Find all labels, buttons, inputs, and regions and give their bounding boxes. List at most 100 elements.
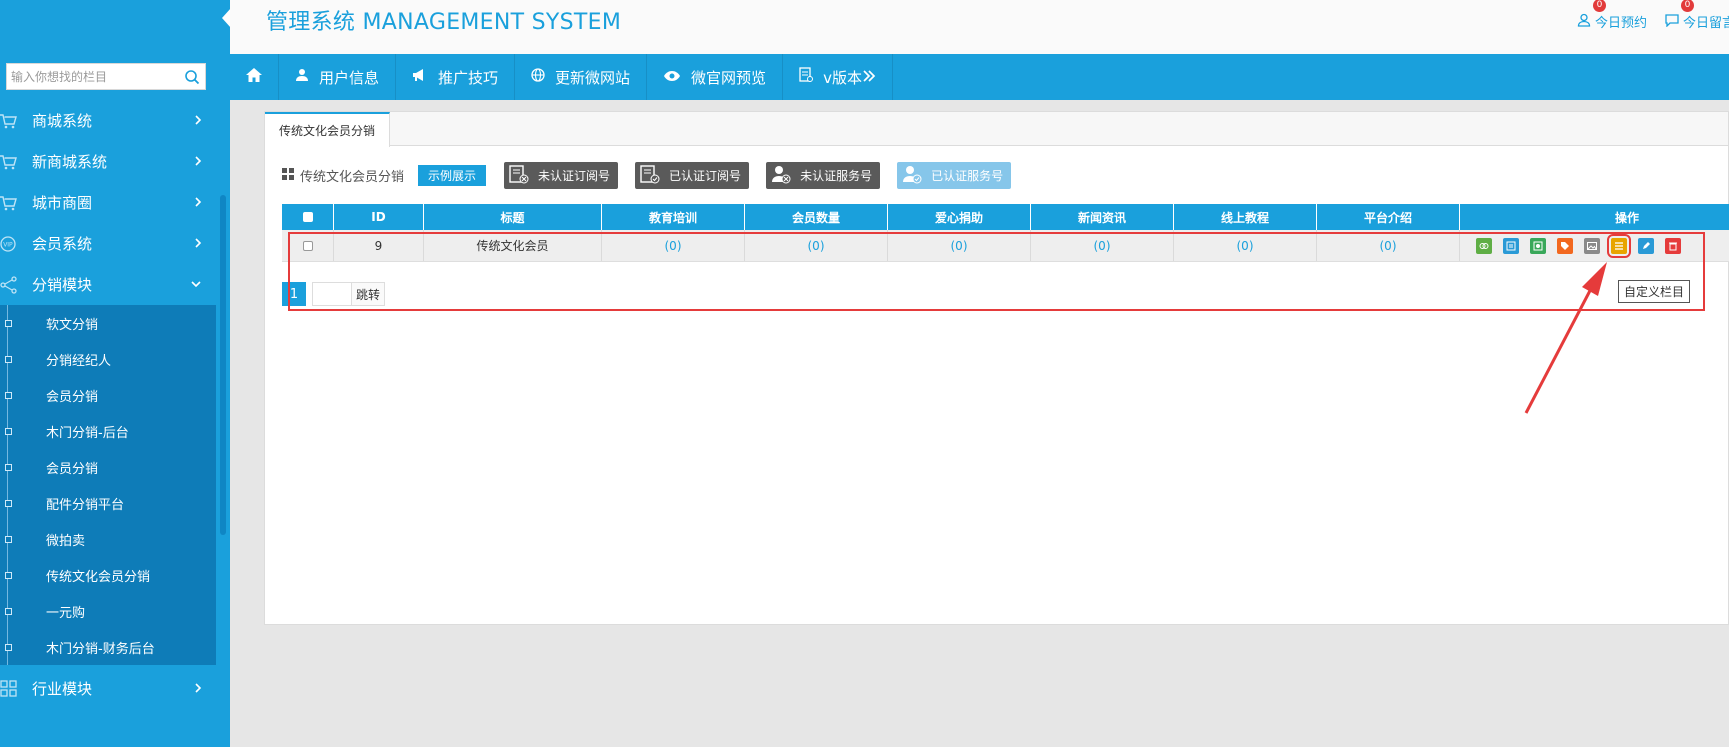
submenu-item[interactable]: 软文分销 [0,305,216,341]
pagination: 1 跳转 [282,282,386,306]
button-label: 已认证订阅号 [669,169,742,183]
cell-charity-link[interactable]: (0) [888,230,1031,261]
sidebar-item-shop[interactable]: 商城系统 [0,100,216,141]
verified-subscription-button[interactable]: 已认证订阅号 [635,162,750,189]
sidebar-item-label: 行业模块 [32,680,93,698]
today-appointments-link[interactable]: 0 今日预约 [1577,0,1647,31]
submenu-item[interactable]: 配件分销平台 [0,485,216,521]
toolbar-title: 传统文化会员分销 [282,166,404,185]
submenu-item[interactable]: 分销经纪人 [0,341,216,377]
sidebar-item-city-mall[interactable]: 城市商圈 [0,182,216,223]
cell-tutorial-link[interactable]: (0) [1174,230,1317,261]
sidebar-item-label: 商城系统 [32,112,93,130]
submenu-item[interactable]: 微拍卖 [0,521,216,557]
chevron-right-icon [194,235,202,253]
report-icon[interactable] [1530,237,1546,254]
search-input[interactable] [7,64,179,89]
nav-update-microsite[interactable]: 更新微网站 [515,54,648,100]
nav-label: v版本 [823,68,862,87]
nav-preview-site[interactable]: 微官网预览 [647,54,784,100]
main-panel: 传统文化会员分销 传统文化会员分销 示例展示 未认证订阅号 已认证订阅号 未认证… [264,111,1729,625]
globe-icon [531,68,545,86]
nav-promotion-tips[interactable]: 推广技巧 [396,54,516,100]
unverified-subscription-button[interactable]: 未认证订阅号 [504,162,619,189]
submenu-item[interactable]: 木门分销-后台 [0,413,216,449]
page-jump-input[interactable] [312,282,352,306]
tooltip-custom-column: 自定义栏目 [1618,280,1691,303]
edit-icon[interactable] [1638,237,1654,254]
sidebar-item-label: 城市商圈 [32,194,93,212]
toolbar: 传统文化会员分销 示例展示 未认证订阅号 已认证订阅号 未认证服务号 已认证服务… [282,162,1028,189]
submenu-item[interactable]: 一元购 [0,593,216,629]
column-header: 标题 [424,204,602,230]
nav-version[interactable]: v版本 [783,54,893,100]
verified-service-button[interactable]: 已认证服务号 [897,162,1012,189]
table-row: 9 传统文化会员 (0) (0) (0) (0) (0) (0) [282,230,1729,262]
button-label: 未认证服务号 [800,169,873,183]
cell-news-link[interactable]: (0) [1031,230,1174,261]
header-links: 0 今日预约 0 今日留言 [1577,0,1729,31]
data-table: ID 标题 教育培训 会员数量 爱心捐助 新闻资讯 线上教程 平台介绍 操作 9… [282,204,1729,262]
cell-platform-link[interactable]: (0) [1317,230,1460,261]
double-chevron-icon [862,68,876,86]
row-select-cell [282,230,334,261]
chevron-down-icon [190,276,202,294]
demo-button[interactable]: 示例展示 [418,165,487,186]
appointments-label: 今日预约 [1594,16,1647,31]
select-all-cell [282,204,334,230]
chevron-right-icon [194,112,202,130]
tab-traditional-culture[interactable]: 传统文化会员分销 [265,112,391,147]
toolbar-title-text: 传统文化会员分销 [300,170,405,185]
cell-education-link[interactable]: (0) [602,230,745,261]
nav-label: 推广技巧 [438,68,499,87]
account-x-icon [508,164,530,187]
cell-id: 9 [334,230,424,261]
image-icon[interactable] [1584,237,1600,254]
share-icon [0,275,18,294]
messages-badge: 0 [1681,0,1694,12]
chevron-right-icon [194,194,202,212]
cart-icon [0,194,18,212]
column-header: 爱心捐助 [888,204,1031,230]
grid-icon [0,679,18,698]
list-icon[interactable] [1607,233,1631,258]
note-icon[interactable] [1503,237,1519,254]
eye-icon [663,68,681,86]
nav-label: 用户信息 [319,68,380,87]
nav-home[interactable] [230,54,279,100]
nav-label: 更新微网站 [555,68,631,87]
messages-label: 今日留言 [1683,16,1729,31]
sidebar-item-member[interactable]: VIP 会员系统 [0,223,216,264]
unverified-service-button[interactable]: 未认证服务号 [766,162,881,189]
grid-icon [282,167,294,184]
page-1-button[interactable]: 1 [282,282,306,306]
cart-icon [0,112,18,130]
today-messages-link[interactable]: 0 今日留言 [1665,0,1729,31]
cell-members-link[interactable]: (0) [745,230,888,261]
trash-icon[interactable] [1665,237,1681,254]
row-checkbox[interactable] [302,240,313,251]
sidebar-item-new-shop[interactable]: 新商城系统 [0,141,216,182]
tab-strip: 传统文化会员分销 [265,112,1728,147]
submenu-item[interactable]: 传统文化会员分销 [0,557,216,593]
person-check-icon [901,164,923,187]
app-title: 管理系统 MANAGEMENT SYSTEM [266,10,622,35]
select-all-checkbox[interactable] [302,212,313,222]
submenu-item[interactable]: 会员分销 [0,449,216,485]
vip-icon: VIP [0,235,18,253]
sidebar-item-label: 新商城系统 [32,153,108,171]
sidebar-scrollbar[interactable] [220,195,226,535]
jump-button[interactable]: 跳转 [352,282,386,306]
tag-icon[interactable] [1557,237,1573,254]
chat-icon [1665,13,1679,31]
search-icon[interactable] [179,64,205,89]
nav-label: 微官网预览 [691,68,767,87]
column-header: 会员数量 [745,204,888,230]
submenu-item[interactable]: 会员分销 [0,377,216,413]
megaphone-icon [412,68,428,86]
submenu-item[interactable]: 木门分销-财务后台 [0,629,216,665]
sidebar-item-industry[interactable]: 行业模块 [0,668,216,709]
sidebar-item-distribution[interactable]: 分销模块 [0,264,216,305]
nav-user-info[interactable]: 用户信息 [279,54,397,100]
link-icon[interactable] [1476,237,1492,254]
